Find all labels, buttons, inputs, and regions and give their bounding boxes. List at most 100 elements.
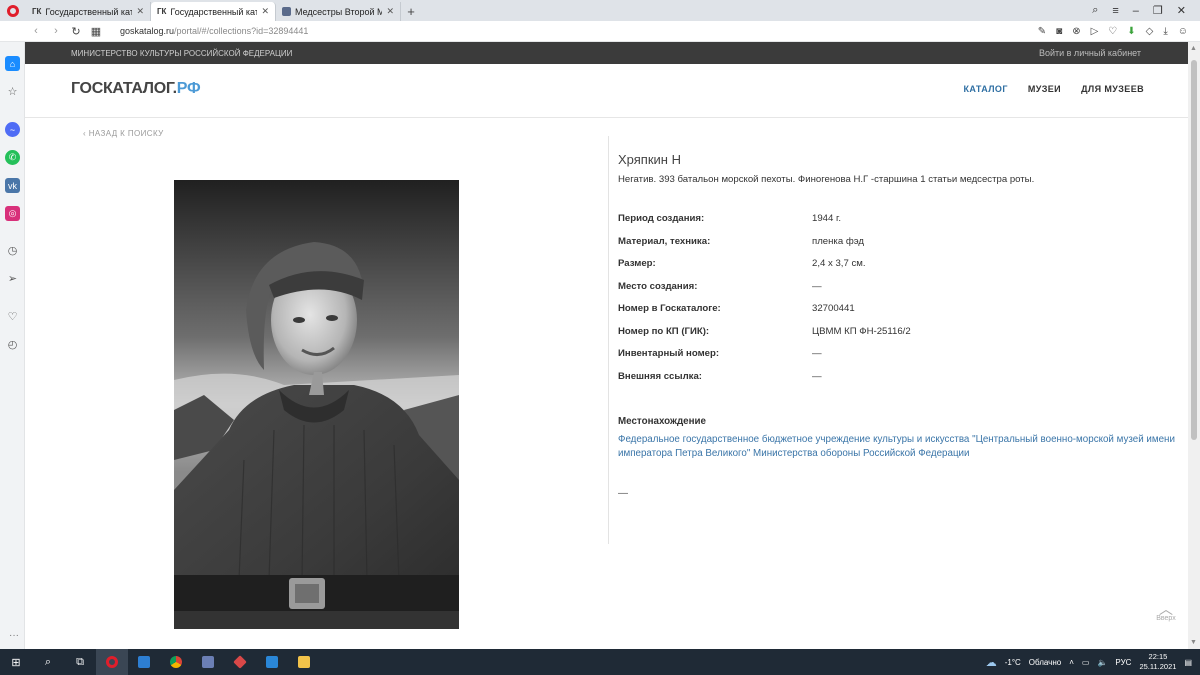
- user-icon[interactable]: ☺: [1178, 26, 1188, 37]
- history-clock-icon[interactable]: ◴: [5, 337, 20, 352]
- app-red-icon[interactable]: [224, 649, 256, 675]
- reload-icon[interactable]: ↻: [66, 25, 86, 38]
- tab-close-icon[interactable]: ✕: [386, 6, 394, 17]
- weather-text[interactable]: Облачно: [1029, 658, 1061, 667]
- minimize-icon[interactable]: –: [1133, 5, 1139, 17]
- speed-dial-grid-icon[interactable]: ▦: [86, 25, 106, 38]
- clock-date: 25.11.2021: [1139, 662, 1177, 671]
- page-scrollbar[interactable]: ▲ ▼: [1188, 42, 1200, 649]
- task-view-icon[interactable]: ⧉: [64, 649, 96, 675]
- tab-close-icon[interactable]: ✕: [136, 6, 144, 17]
- menu-icon[interactable]: ≡: [1112, 5, 1118, 17]
- item-title: Хряпкин Н: [618, 152, 681, 167]
- clock[interactable]: 22:15 25.11.2021: [1139, 652, 1176, 672]
- search-tabs-icon[interactable]: ⌕: [1092, 4, 1098, 17]
- player-icon[interactable]: ◷: [5, 243, 20, 258]
- volume-icon[interactable]: 🔈: [1097, 658, 1107, 667]
- property-row: Размер: 2,4 х 3,7 см.: [618, 258, 1178, 272]
- weather-temp[interactable]: -1°C: [1005, 658, 1021, 667]
- vk-icon[interactable]: vk: [5, 178, 20, 193]
- cloud-weather-icon: ☁: [985, 656, 997, 669]
- messenger-icon[interactable]: ~: [5, 122, 20, 137]
- nav-for-museums[interactable]: ДЛЯ МУЗЕЕВ: [1081, 84, 1144, 94]
- scroll-down-arrow-icon[interactable]: ▼: [1190, 639, 1197, 646]
- item-photo[interactable]: [174, 180, 459, 629]
- instagram-icon[interactable]: ◎: [5, 206, 20, 221]
- restore-icon[interactable]: ❐: [1153, 4, 1163, 17]
- photo-image: [174, 180, 459, 629]
- whatsapp-icon[interactable]: ✆: [5, 150, 20, 165]
- tab-close-icon[interactable]: ✕: [261, 6, 269, 17]
- property-row: Материал, техника: пленка фэд: [618, 236, 1178, 250]
- tray-chevron-up-icon[interactable]: ˄: [1069, 658, 1074, 667]
- send-icon[interactable]: ➢: [5, 271, 20, 286]
- url-field[interactable]: goskatalog.ru/portal/#/collections?id=32…: [120, 26, 308, 36]
- back-to-search-link[interactable]: ‹ НАЗАД К ПОИСКУ: [83, 129, 164, 138]
- property-value: —: [812, 370, 822, 382]
- property-key: Номер по КП (ГИК):: [618, 325, 710, 337]
- property-key: Период создания:: [618, 213, 705, 224]
- ministry-bar: МИНИСТЕРСТВО КУЛЬТУРЫ РОССИЙСКОЙ ФЕДЕРАЦ…: [25, 42, 1188, 64]
- property-value: —: [812, 348, 822, 359]
- notifications-icon[interactable]: ▤: [1184, 658, 1192, 667]
- column-divider: [608, 136, 609, 544]
- property-key: Место создания:: [618, 280, 698, 292]
- property-key: Размер:: [618, 258, 656, 269]
- scroll-up-arrow-icon[interactable]: ▲: [1190, 45, 1197, 52]
- address-bar-tools: ✎ ◙ ⊗ ▷ ♡ ⬇ ◇ ⤓ ☺: [1038, 21, 1188, 42]
- browser-tab[interactable]: ГК Государственный каталог ✕: [26, 2, 151, 21]
- cube-icon[interactable]: ◇: [1146, 26, 1154, 37]
- heart-icon[interactable]: ♡: [1108, 26, 1117, 37]
- language-indicator[interactable]: РУС: [1115, 658, 1131, 667]
- forward-arrow-icon[interactable]: ›: [46, 25, 66, 37]
- property-row: Период создания: 1944 г.: [618, 213, 1178, 227]
- network-icon[interactable]: ▭: [1082, 658, 1090, 667]
- login-link[interactable]: Войти в личный кабинет: [1039, 48, 1141, 58]
- mail-icon[interactable]: [256, 649, 288, 675]
- scroll-to-top-button[interactable]: ︿ Вверх: [1153, 602, 1179, 622]
- logo-main: ГОСКАТАЛОГ.: [71, 80, 177, 97]
- search-icon[interactable]: ⌕: [32, 649, 64, 675]
- play-icon[interactable]: ▷: [1091, 26, 1099, 37]
- site-header: ГОСКАТАЛОГ.РФ КАТАЛОГ МУЗЕИ ДЛЯ МУЗЕЕВ: [25, 64, 1188, 118]
- item-description: Негатив. 393 батальон морской пехоты. Фи…: [618, 174, 1035, 185]
- more-dots-icon[interactable]: ···: [9, 630, 19, 641]
- property-value: 32700441: [812, 303, 855, 314]
- tab-favicon-image-icon: [282, 7, 291, 16]
- property-key: Внешняя ссылка:: [618, 370, 703, 382]
- browser-tab-active[interactable]: ГК Государственный каталог ✕: [151, 2, 276, 21]
- opera-sidebar: ⌂ ☆ ~ ✆ vk ◎ ◷ ➢ ♡ ◴ ···: [0, 42, 25, 649]
- nav-museums[interactable]: МУЗЕИ: [1028, 84, 1061, 94]
- system-tray: ☁ -1°C Облачно ˄ ▭ 🔈 РУС 22:15 25.11.202…: [986, 649, 1200, 675]
- site-logo[interactable]: ГОСКАТАЛОГ.РФ: [71, 80, 201, 98]
- property-row: Место создания: —: [618, 281, 1178, 295]
- browser-tab-bar: ГК Государственный каталог ✕ ГК Государс…: [0, 0, 1200, 21]
- nav-catalog[interactable]: КАТАЛОГ: [964, 84, 1008, 94]
- downloads-icon[interactable]: ⤓: [1163, 26, 1167, 37]
- download-green-icon[interactable]: ⬇: [1127, 26, 1135, 37]
- star-icon[interactable]: ☆: [5, 84, 20, 99]
- new-tab-plus-icon[interactable]: +: [401, 2, 421, 21]
- app-icon[interactable]: [192, 649, 224, 675]
- windows-start-icon[interactable]: ⊞: [0, 649, 32, 675]
- location-heading: Местонахождение: [618, 416, 707, 427]
- scroll-thumb[interactable]: [1191, 60, 1197, 440]
- block-icon[interactable]: ⊗: [1072, 26, 1080, 37]
- back-arrow-icon[interactable]: ‹: [26, 25, 46, 37]
- store-icon[interactable]: [128, 649, 160, 675]
- file-explorer-icon[interactable]: [288, 649, 320, 675]
- location-link[interactable]: Федеральное государственное бюджетное уч…: [618, 433, 1178, 461]
- chrome-icon[interactable]: [160, 649, 192, 675]
- edit-icon[interactable]: ✎: [1038, 26, 1046, 37]
- opera-taskbar-icon[interactable]: [96, 649, 128, 675]
- main-nav: КАТАЛОГ МУЗЕИ ДЛЯ МУЗЕЕВ: [964, 84, 1144, 94]
- tab-title: Государственный каталог: [45, 6, 132, 17]
- home-icon[interactable]: ⌂: [5, 56, 20, 71]
- browser-tab[interactable]: Медсестры Второй Миро ✕: [276, 2, 401, 21]
- opera-menu-icon[interactable]: [0, 0, 26, 21]
- tab-favicon: ГК: [32, 7, 42, 16]
- camera-icon[interactable]: ◙: [1056, 26, 1062, 37]
- heart-icon[interactable]: ♡: [5, 309, 20, 324]
- url-path: /portal/#/collections?id=32894441: [174, 26, 309, 36]
- close-window-icon[interactable]: ✕: [1177, 4, 1186, 17]
